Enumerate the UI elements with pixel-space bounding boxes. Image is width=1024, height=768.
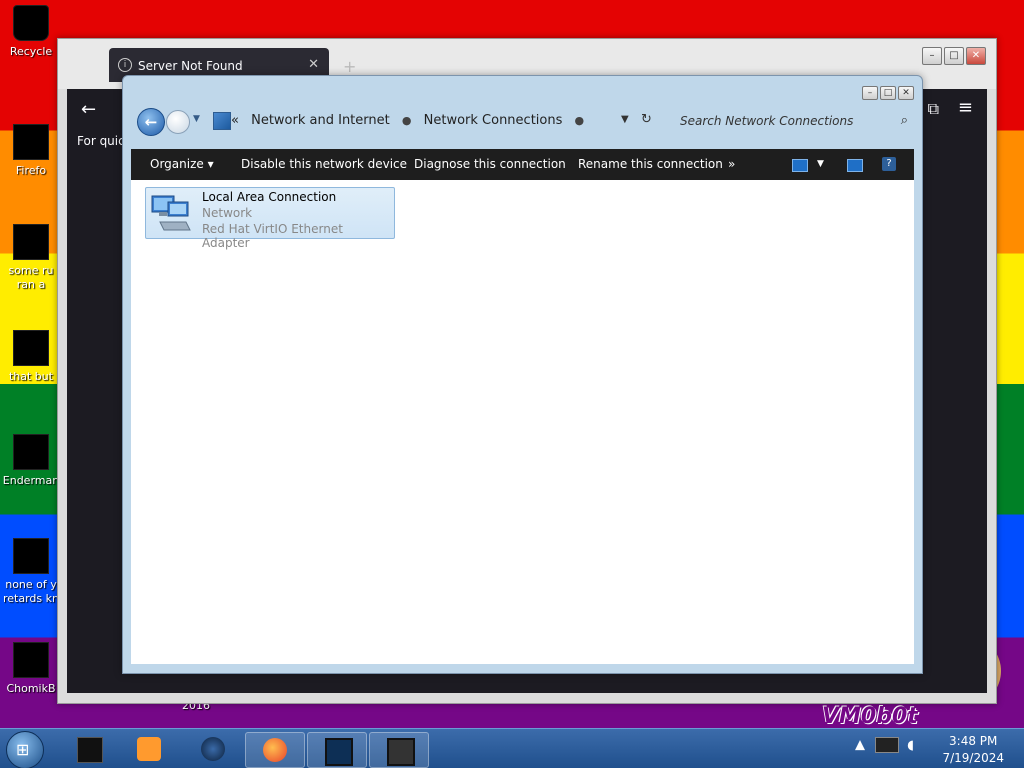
desktop-icon-enderman[interactable]: Enderman <box>0 434 62 488</box>
volume-tray-icon[interactable]: ◖ <box>907 738 914 753</box>
extensions-icon[interactable]: ⧉ <box>928 99 939 119</box>
breadcrumb-separator-icon[interactable]: ● <box>402 114 412 127</box>
history-dropdown-icon[interactable]: ▼ <box>193 114 200 124</box>
browser-window-controls: – □ ✕ <box>920 47 986 65</box>
firefox-icon <box>263 738 287 762</box>
network-connections-window: – □ ✕ ← ▼ « Network and Internet ● Network… <box>122 75 923 674</box>
rename-connection-button[interactable]: Rename this connection <box>578 157 723 171</box>
taskbar-network-connections[interactable] <box>369 732 429 768</box>
view-dropdown-icon[interactable]: ▼ <box>817 159 824 169</box>
explorer-window-controls: – □ ✕ <box>860 84 914 100</box>
taskbar-globe[interactable] <box>184 732 242 766</box>
show-hidden-icons-icon[interactable]: ▲ <box>855 738 865 753</box>
minimize-button[interactable]: – <box>922 47 942 65</box>
organize-button[interactable]: Organize ▾ <box>150 157 214 171</box>
new-tab-button[interactable]: + <box>343 57 356 76</box>
globe-icon <box>201 737 225 761</box>
connection-device: Red Hat VirtIO Ethernet Adapter <box>202 222 343 250</box>
disable-device-button[interactable]: Disable this network device <box>241 157 407 171</box>
desktop-icon-file-2[interactable]: that but <box>0 330 62 384</box>
browser-back-icon[interactable]: ← <box>81 99 96 120</box>
taskbar-media-player[interactable] <box>120 732 178 766</box>
breadcrumb-overflow[interactable]: « <box>231 113 239 128</box>
clock-date: 7/19/2024 <box>942 751 1004 765</box>
file-icon <box>13 538 49 574</box>
file-icon <box>13 330 49 366</box>
close-button[interactable]: ✕ <box>966 47 986 65</box>
taskbar: ⊞ ▲ ◖ 3:48 PM 7/19/2024 <box>0 728 1024 768</box>
breadcrumb-network-and-internet[interactable]: Network and Internet <box>251 113 390 128</box>
search-input[interactable]: Search Network Connections <box>680 114 853 128</box>
search-icon[interactable]: ⌕ <box>901 113 908 128</box>
start-button[interactable]: ⊞ <box>6 731 44 768</box>
connection-status: Network <box>202 206 253 220</box>
clock-time: 3:48 PM <box>949 734 998 748</box>
diagnose-connection-button[interactable]: Diagnose this connection <box>414 157 566 171</box>
desktop: Recycle Firefo some ru ran a that but En… <box>0 0 1024 768</box>
media-player-icon <box>137 737 161 761</box>
local-area-connection-item[interactable]: Local Area Connection Network Red Hat Vi… <box>145 187 395 250</box>
close-button[interactable]: ✕ <box>898 86 914 100</box>
maximize-button[interactable]: □ <box>944 47 964 65</box>
desktop-icon-firefox[interactable]: Firefo <box>0 124 62 178</box>
breadcrumb-separator-icon[interactable]: ● <box>575 114 585 127</box>
preview-pane-icon[interactable] <box>847 159 863 172</box>
help-icon[interactable]: ? <box>882 157 896 171</box>
connections-list: Local Area Connection Network Red Hat Vi… <box>131 180 914 664</box>
hamster-icon <box>13 642 49 678</box>
search-box[interactable]: Search Network Connections ⌕ <box>670 110 914 134</box>
taskbar-remote-desktop[interactable] <box>307 732 367 768</box>
address-dropdown-icon[interactable]: ▼ <box>621 114 629 125</box>
windows-logo-icon: ⊞ <box>16 740 30 759</box>
breadcrumb-network-connections[interactable]: Network Connections <box>424 113 563 128</box>
program-icon <box>13 434 49 470</box>
wallpaper-watermark: VM0b0t <box>822 704 918 729</box>
desktop-icon-recycle-bin[interactable]: Recycle <box>0 5 62 59</box>
recycle-bin-icon <box>13 5 49 41</box>
network-window-icon <box>387 738 415 766</box>
network-tray-icon[interactable] <box>875 737 900 753</box>
forward-arrow-icon[interactable] <box>166 110 190 134</box>
desktop-icon-chomik[interactable]: ChomikB <box>0 642 62 696</box>
browser-menu-icon[interactable]: ≡ <box>958 97 973 118</box>
tab-title: Server Not Found <box>138 59 243 73</box>
clock[interactable]: 3:48 PM 7/19/2024 <box>942 733 1004 767</box>
network-adapter-icon <box>151 195 191 231</box>
control-panel-icon <box>213 112 231 130</box>
system-tray: ▲ ◖ <box>855 737 914 753</box>
more-commands-button[interactable]: » <box>728 157 735 171</box>
address-bar: ← ▼ « Network and Internet ● Network Con… <box>131 102 916 142</box>
terminal-icon <box>77 737 103 763</box>
taskbar-terminal[interactable] <box>60 732 118 766</box>
breadcrumb: « Network and Internet ● Network Connect… <box>231 113 592 128</box>
firefox-shortcut-icon <box>13 124 49 160</box>
refresh-icon[interactable]: ↻ <box>641 112 652 127</box>
info-icon: i <box>118 58 132 72</box>
minimize-button[interactable]: – <box>862 86 878 100</box>
change-view-icon[interactable] <box>792 159 808 172</box>
command-bar: Organize ▾ Disable this network device D… <box>131 149 914 180</box>
monitor-icon <box>325 738 353 766</box>
desktop-icon-file-3[interactable]: none of y retards kn <box>0 538 62 606</box>
taskbar-firefox[interactable] <box>245 732 305 768</box>
file-icon <box>13 224 49 260</box>
back-arrow-icon[interactable]: ← <box>137 108 165 136</box>
connection-name: Local Area Connection <box>202 190 337 204</box>
maximize-button[interactable]: □ <box>880 86 896 100</box>
desktop-icon-file-1[interactable]: some ru ran a <box>0 224 62 292</box>
tab-close-icon[interactable]: ✕ <box>308 57 319 72</box>
